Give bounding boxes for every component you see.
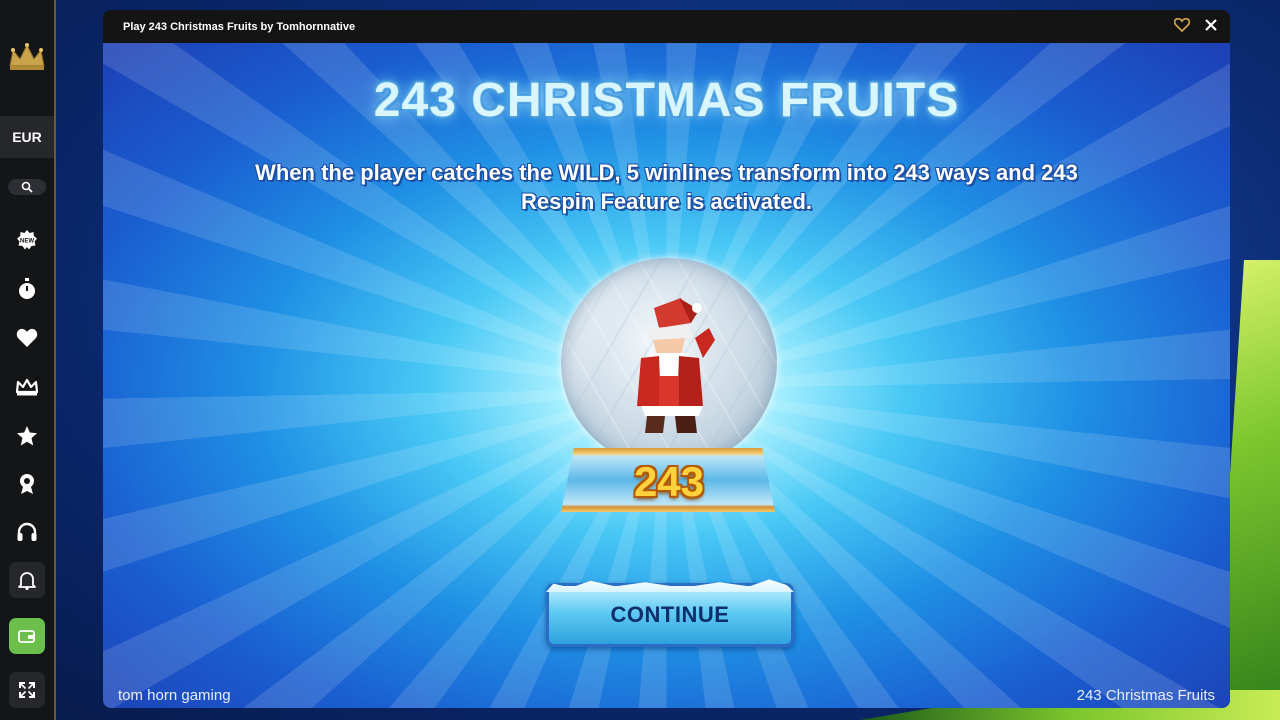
- game-title: 243 CHRISTMAS FRUITS: [373, 74, 960, 127]
- new-badge-icon: NEW: [17, 230, 37, 250]
- search-button[interactable]: [8, 179, 46, 195]
- snow-globe-glass: [561, 258, 777, 468]
- favorites-button[interactable]: [13, 324, 41, 352]
- wallet-button[interactable]: [9, 618, 45, 654]
- fullscreen-button[interactable]: [9, 672, 45, 708]
- provider-name: tom horn gaming: [118, 687, 231, 704]
- recent-games-button[interactable]: [13, 275, 41, 303]
- continue-button[interactable]: CONTINUE: [546, 579, 794, 647]
- trophy-icon: [20, 474, 34, 494]
- stopwatch-icon: [19, 278, 35, 299]
- game-window: Play 243 Christmas Fruits by Tomhornnati…: [103, 10, 1230, 708]
- sidebar: EUR NEW: [0, 0, 56, 720]
- wallet-icon: [18, 630, 35, 643]
- vip-button[interactable]: [13, 373, 41, 401]
- star-icon: [17, 426, 37, 446]
- favorite-heart-icon[interactable]: [1174, 18, 1190, 32]
- search-icon: [21, 181, 33, 193]
- new-games-button[interactable]: NEW: [13, 226, 41, 254]
- crown-logo-icon[interactable]: [7, 42, 47, 72]
- snow-globe: 243: [559, 258, 779, 518]
- currency-selector[interactable]: EUR: [0, 116, 54, 158]
- notifications-button[interactable]: [9, 562, 45, 598]
- headset-icon: [17, 522, 37, 541]
- game-canvas[interactable]: 243 CHRISTMAS FRUITS When the player cat…: [103, 43, 1230, 708]
- tournaments-button[interactable]: [13, 470, 41, 498]
- feature-description: When the player catches the WILD, 5 winl…: [255, 160, 1078, 214]
- window-title: Play 243 Christmas Fruits by Tomhornnati…: [123, 20, 356, 33]
- expand-icon: [19, 682, 35, 698]
- game-name-footer: 243 Christmas Fruits: [1076, 687, 1215, 704]
- santa-icon: [637, 298, 715, 433]
- bell-icon: [18, 572, 36, 590]
- top-games-button[interactable]: [13, 422, 41, 450]
- support-button[interactable]: [13, 519, 41, 547]
- crown-icon: [16, 378, 38, 396]
- ways-count: 243: [633, 458, 705, 505]
- heart-icon: [16, 328, 38, 347]
- close-icon[interactable]: [1204, 18, 1218, 32]
- window-titlebar: Play 243 Christmas Fruits by Tomhornnati…: [103, 10, 1230, 43]
- continue-label: CONTINUE: [610, 602, 730, 627]
- svg-text:NEW: NEW: [20, 239, 34, 245]
